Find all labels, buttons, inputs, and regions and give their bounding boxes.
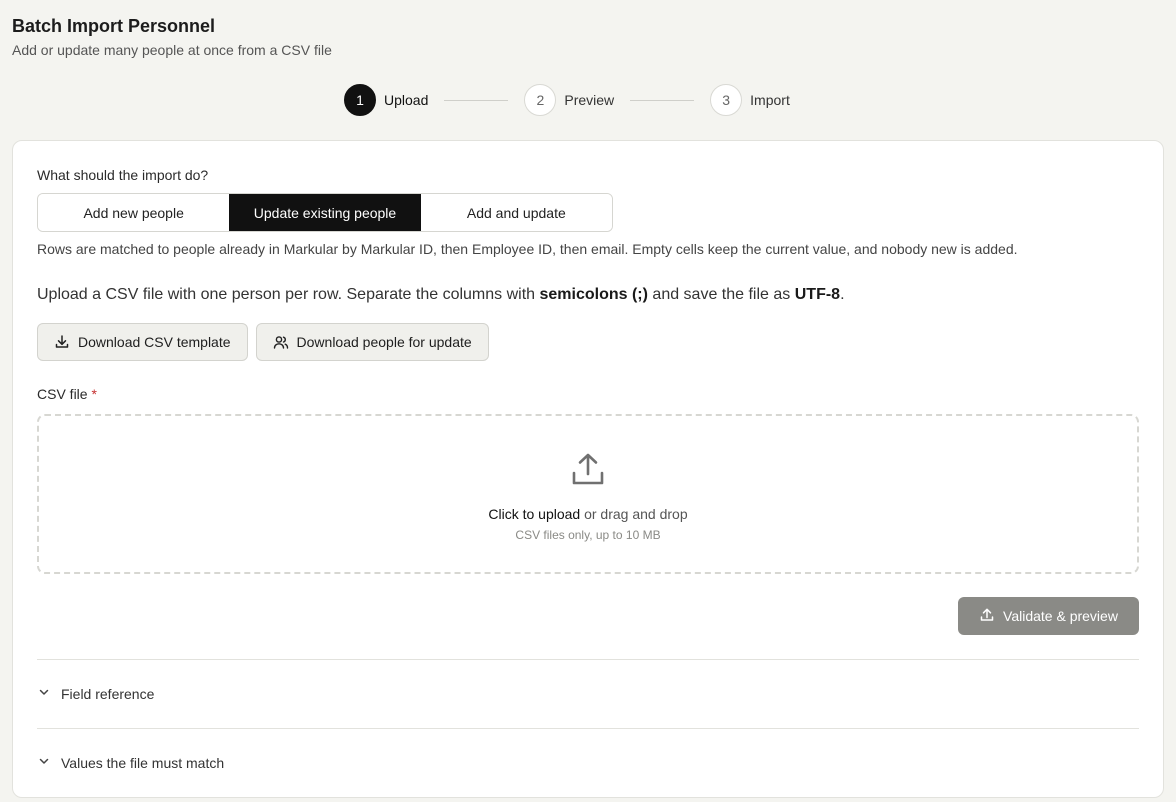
instruction-separator: semicolons (;): [539, 286, 648, 303]
instruction-text: and save the file as: [647, 286, 795, 303]
step-label: Upload: [384, 92, 429, 108]
drag-drop-text: or drag and drop: [580, 505, 688, 522]
click-to-upload-link[interactable]: Click to upload: [488, 506, 580, 522]
step-number: 2: [524, 84, 557, 116]
mode-description: Rows are matched to people already in Ma…: [37, 241, 1018, 257]
page-header: Batch Import Personnel Add or update man…: [12, 14, 332, 59]
stepper: 1 Upload 2 Preview 3 Import: [344, 84, 790, 116]
step-connector: [630, 99, 695, 101]
mode-option-add-new[interactable]: Add new people: [38, 194, 230, 231]
batch-import-page: Batch Import Personnel Add or update man…: [0, 0, 1176, 802]
step-upload: 1 Upload: [344, 84, 428, 116]
page-subtitle: Add or update many people at once from a…: [12, 42, 332, 58]
step-import: 3 Import: [710, 84, 790, 116]
csv-file-label: CSV file *: [37, 386, 1139, 402]
instruction-text: Upload a CSV file with one person per ro…: [37, 286, 540, 303]
field-reference-label: Field reference: [61, 685, 155, 702]
instruction-encoding: UTF-8: [794, 286, 841, 303]
download-people-label: Download people for update: [296, 334, 472, 350]
required-marker: *: [91, 386, 97, 402]
upload-icon: [979, 607, 995, 626]
download-template-label: Download CSV template: [78, 334, 231, 350]
upload-instruction: Upload a CSV file with one person per ro…: [37, 286, 1139, 304]
field-reference-accordion[interactable]: Field reference: [37, 685, 1139, 702]
download-buttons: Download CSV template Download people fo…: [37, 323, 1139, 361]
instruction-text: .: [840, 286, 845, 303]
download-icon: [54, 334, 70, 350]
page-title: Batch Import Personnel: [12, 16, 216, 36]
validate-preview-label: Validate & preview: [1003, 608, 1118, 624]
download-people-button[interactable]: Download people for update: [255, 323, 489, 361]
csv-dropzone[interactable]: Click to upload or drag and drop CSV fil…: [37, 414, 1139, 574]
mode-question: What should the import do?: [37, 167, 209, 183]
mode-selector: Add new people Update existing people Ad…: [37, 193, 613, 232]
step-label: Preview: [564, 92, 615, 108]
dropzone-hint: CSV files only, up to 10 MB: [515, 527, 661, 542]
values-match-accordion[interactable]: Values the file must match: [37, 754, 1139, 771]
step-label: Import: [750, 92, 790, 108]
step-connector: [444, 99, 509, 101]
csv-file-label-text: CSV file: [37, 386, 88, 402]
upload-icon: [570, 451, 606, 492]
values-match-label: Values the file must match: [61, 754, 225, 771]
mode-option-add-and-update[interactable]: Add and update: [420, 194, 612, 231]
download-template-button[interactable]: Download CSV template: [37, 323, 248, 361]
dropzone-text: Click to upload or drag and drop: [488, 506, 687, 522]
divider: [37, 728, 1139, 729]
divider: [37, 659, 1139, 660]
step-number: 3: [710, 84, 743, 116]
step-preview: 2 Preview: [524, 84, 614, 116]
chevron-down-icon: [37, 754, 51, 771]
step-number: 1: [344, 84, 376, 116]
chevron-down-icon: [37, 685, 51, 702]
import-card: What should the import do? Add new peopl…: [12, 140, 1164, 798]
validate-preview-button[interactable]: Validate & preview: [958, 597, 1139, 635]
users-icon: [273, 334, 289, 350]
mode-option-update-existing[interactable]: Update existing people: [229, 194, 421, 231]
